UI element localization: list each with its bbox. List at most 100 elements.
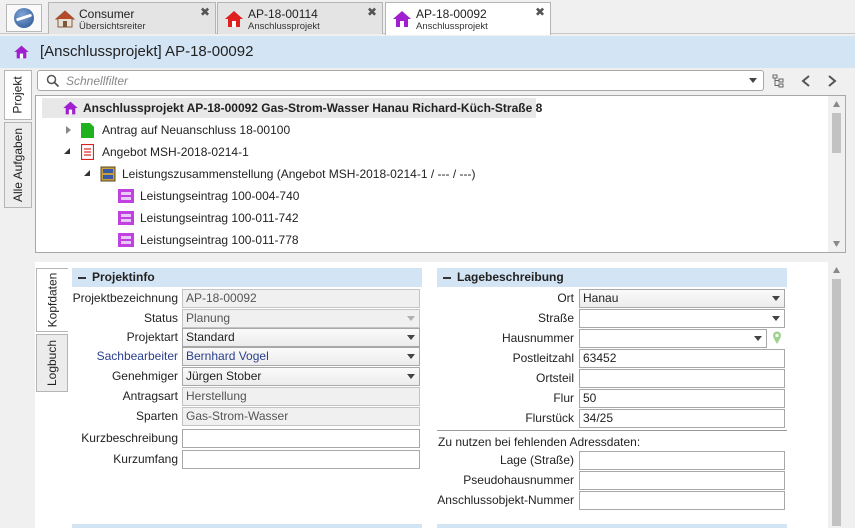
pseudohausnummer-input[interactable] [579, 471, 785, 490]
chevron-down-icon[interactable] [749, 78, 757, 83]
tree-node-label: Leistungseintrag 100-011-778 [140, 233, 299, 247]
label-anschlussobjekt-nummer: Anschlussobjekt-Nummer [437, 493, 574, 507]
flur-input[interactable]: 50 [579, 389, 785, 408]
section-title: Lagebeschreibung [457, 270, 564, 284]
quick-filter-input[interactable] [66, 73, 746, 89]
section-header-lagebeschreibung[interactable]: Lagebeschreibung [437, 268, 787, 287]
expand-arrow-icon[interactable] [66, 126, 71, 134]
arrow-right-icon[interactable] [826, 74, 838, 88]
chevron-down-icon[interactable] [407, 335, 415, 340]
home-button[interactable] [6, 4, 42, 32]
tree-node-leistungseintrag[interactable]: Leistungseintrag 100-011-742 [118, 208, 518, 228]
form-scrollbar[interactable] [828, 262, 845, 528]
label-projektbezeichnung: Projektbezeichnung [72, 291, 178, 305]
lage-strasse-input[interactable] [579, 451, 785, 470]
tab-projekt[interactable]: Projekt [4, 70, 32, 120]
collapse-arrow-icon[interactable] [84, 170, 90, 176]
tab-ap-18-00114[interactable]: AP-18-00114 Anschlussprojekt ✖ [217, 2, 383, 34]
tree-node-label: Leistungseintrag 100-011-742 [140, 211, 299, 225]
tree-node-label: Angebot MSH-2018-0214-1 [102, 145, 249, 159]
ortsteil-input[interactable] [579, 369, 785, 388]
tab-label: Alle Aufgaben [11, 127, 25, 203]
quick-filter[interactable] [37, 70, 764, 91]
tree-node-label: Anschlussprojekt AP-18-00092 Gas-Strom-W… [83, 101, 543, 115]
sparten-field: Gas-Strom-Wasser [182, 407, 420, 426]
tab-title: AP-18-00114 [248, 7, 318, 21]
hausnummer-select[interactable] [579, 329, 767, 348]
tree-view-icon[interactable] [772, 74, 786, 88]
close-icon[interactable]: ✖ [535, 5, 545, 19]
tab-consumer[interactable]: Consumer Übersichtsreiter ✖ [48, 2, 216, 34]
project-tree: Anschlussprojekt AP-18-00092 Gas-Strom-W… [35, 95, 846, 253]
chevron-down-icon[interactable] [772, 296, 780, 301]
projektart-select[interactable]: Standard [182, 328, 420, 347]
label-genehmiger: Genehmiger [111, 369, 178, 383]
scrollbar-thumb[interactable] [832, 279, 841, 526]
chevron-down-icon[interactable] [407, 354, 415, 359]
label-sachbearbeiter[interactable]: Sachbearbeiter [60, 347, 178, 366]
projektbezeichnung-field: AP-18-00092 [182, 289, 420, 308]
tree-node-label: Leistungseintrag 100-004-740 [140, 189, 300, 203]
scroll-up-icon[interactable] [832, 266, 841, 274]
tree-node-leistungszusammenstellung[interactable]: Leistungszusammenstellung (Angebot MSH-2… [82, 164, 782, 184]
strasse-select[interactable] [579, 309, 785, 328]
label-sparten: Sparten [135, 409, 178, 423]
tab-ap-18-00092[interactable]: AP-18-00092 Anschlussprojekt ✖ [385, 2, 551, 35]
label-strasse: Straße [537, 311, 574, 325]
kurzumfang-input[interactable] [182, 450, 420, 469]
tree-node-project[interactable]: Anschlussprojekt AP-18-00092 Gas-Strom-W… [42, 98, 842, 118]
arrow-left-icon[interactable] [800, 74, 812, 88]
label-projektart: Projektart [126, 330, 178, 344]
label-kurzumfang: Kurzumfang [113, 452, 178, 466]
label-status: Status [143, 311, 178, 325]
tab-label: Kopfdaten [45, 272, 60, 328]
chevron-down-icon[interactable] [772, 316, 780, 321]
close-icon[interactable]: ✖ [367, 5, 377, 19]
house-purple-icon [393, 11, 411, 27]
tab-alle-aufgaben[interactable]: Alle Aufgaben [4, 122, 32, 208]
scroll-up-icon[interactable] [832, 100, 841, 108]
flurstueck-input[interactable]: 34/25 [579, 409, 785, 428]
tree-node-angebot[interactable]: Angebot MSH-2018-0214-1 [62, 142, 662, 162]
house-purple-icon [14, 45, 29, 59]
next-section-header [437, 524, 787, 528]
kurzbeschreibung-input[interactable] [182, 429, 420, 448]
divider [437, 430, 787, 431]
tree-node-antrag[interactable]: Antrag auf Neuanschluss 18-00100 [62, 120, 662, 140]
chevron-down-icon[interactable] [407, 374, 415, 379]
label-ortsteil: Ortsteil [535, 371, 574, 385]
chevron-down-icon [407, 316, 415, 321]
ort-value: Hanau [583, 291, 619, 305]
postleitzahl-input[interactable]: 63452 [579, 349, 785, 368]
collapse-icon [78, 276, 86, 279]
label-pseudohausnummer: Pseudohausnummer [463, 473, 574, 487]
label-kurzbeschreibung: Kurzbeschreibung [81, 431, 178, 445]
cabinet-icon [100, 166, 116, 182]
section-title: Projektinfo [92, 270, 155, 284]
chevron-down-icon[interactable] [754, 336, 762, 341]
label-flurstueck: Flurstück [525, 411, 574, 425]
close-icon[interactable]: ✖ [200, 5, 210, 19]
label-flur: Flur [553, 391, 574, 405]
genehmiger-select[interactable]: Jürgen Stober [182, 367, 420, 386]
tree-node-leistungseintrag[interactable]: Leistungseintrag 100-011-778 [118, 230, 518, 250]
projektart-value: Standard [186, 330, 235, 344]
collapse-arrow-icon[interactable] [64, 148, 70, 154]
tree-node-leistungseintrag[interactable]: Leistungseintrag 100-004-740 [118, 186, 518, 206]
label-postleitzahl: Postleitzahl [512, 351, 574, 365]
ort-select[interactable]: Hanau [579, 289, 785, 308]
map-pin-icon[interactable] [772, 331, 782, 345]
house-red-icon [225, 11, 243, 27]
antragsart-field: Herstellung [182, 387, 420, 406]
globe-icon [14, 8, 34, 28]
address-note: Zu nutzen bei fehlenden Adressdaten: [438, 435, 641, 449]
tab-bar: Consumer Übersichtsreiter ✖ AP-18-00114 … [0, 0, 855, 35]
scrollbar-thumb[interactable] [832, 113, 841, 153]
anschlussobjekt-nummer-input[interactable] [579, 491, 785, 510]
section-header-projektinfo[interactable]: Projektinfo [72, 268, 422, 287]
collapse-icon [443, 276, 451, 279]
sachbearbeiter-select[interactable]: Bernhard Vogel [182, 347, 420, 366]
tree-scrollbar[interactable] [828, 96, 845, 252]
scroll-down-icon[interactable] [832, 240, 841, 248]
tab-subtitle: Anschlussprojekt [248, 21, 320, 32]
